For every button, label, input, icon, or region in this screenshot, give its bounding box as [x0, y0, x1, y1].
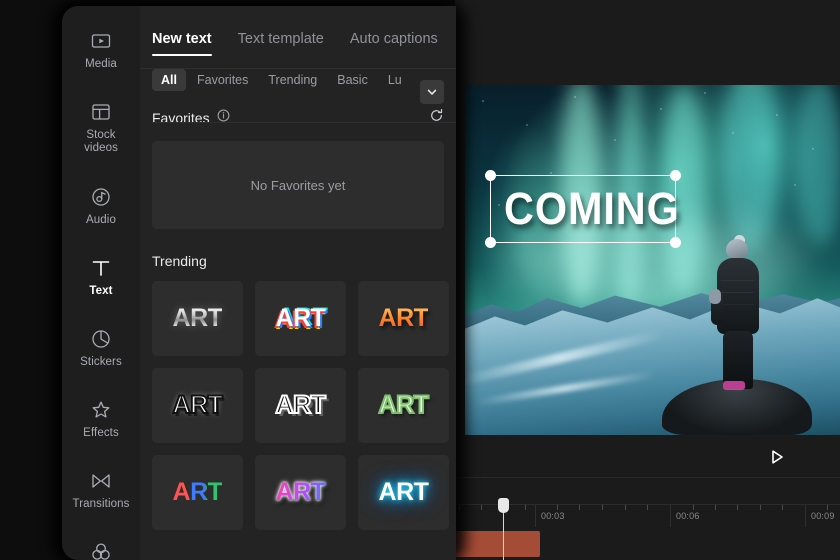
ruler-label: 00:03	[541, 511, 565, 521]
text-style-sample: ART	[275, 304, 326, 332]
text-style-thumb[interactable]: ART	[358, 455, 449, 530]
chip-all[interactable]: All	[152, 69, 186, 91]
refresh-icon[interactable]	[429, 108, 444, 128]
transitions-icon	[90, 470, 112, 492]
boot	[723, 381, 745, 390]
text-icon	[90, 257, 112, 279]
text-style-sample: ART	[275, 478, 326, 506]
tab-auto-captions[interactable]: Auto captions	[350, 31, 438, 56]
resize-handle-bottom-right[interactable]	[670, 237, 681, 248]
favorites-title: Favorites	[152, 110, 210, 126]
resize-handle-bottom-left[interactable]	[485, 237, 496, 248]
text-style-sample: ART	[172, 304, 223, 332]
text-style-sample: ART	[275, 390, 327, 420]
playhead[interactable]	[498, 498, 509, 560]
text-style-sample: ART	[378, 304, 429, 332]
filter-chips: All Favorites Trending Basic Lu	[140, 56, 456, 91]
sidebar-item-stock-videos[interactable]: Stock videos	[62, 101, 140, 181]
sidebar-item-media[interactable]: Media	[62, 30, 140, 96]
sidebar-label: Audio	[86, 214, 116, 226]
ruler-label: 00:09	[811, 511, 835, 521]
audio-icon	[90, 186, 112, 208]
sidebar-item-stickers[interactable]: Stickers	[62, 328, 140, 394]
sidebar-label: Text	[89, 285, 113, 297]
sidebar-item-text[interactable]: Text	[62, 257, 140, 323]
timeline-clip[interactable]	[455, 531, 540, 557]
text-style-thumb[interactable]: ART	[358, 281, 449, 356]
info-icon[interactable]	[217, 109, 230, 127]
person-figure	[709, 235, 767, 390]
sidebar-label: Effects	[83, 427, 119, 439]
text-style-thumb[interactable]: ART	[152, 281, 243, 356]
chip-luminous[interactable]: Lu	[379, 69, 411, 91]
panel-tabs: New text Text template Auto captions	[140, 6, 456, 56]
chip-favorites[interactable]: Favorites	[188, 69, 257, 91]
text-selection-frame[interactable]: COMING	[485, 170, 681, 248]
resize-handle-top-left[interactable]	[485, 170, 496, 181]
trending-title: Trending	[152, 253, 207, 269]
sidebar-rail: Media Stock videos Audio Text Stickers E…	[62, 6, 140, 560]
text-style-thumb[interactable]: ART	[358, 368, 449, 443]
sidebar-item-filters[interactable]: Filters	[62, 541, 140, 560]
panel-group: Media Stock videos Audio Text Stickers E…	[62, 6, 456, 560]
timeline-ruler[interactable]: 00:03 00:06 00:09	[455, 504, 840, 527]
sidebar-item-transitions[interactable]: Transitions	[62, 470, 140, 536]
text-style-thumb[interactable]: ART	[255, 281, 346, 356]
media-icon	[90, 30, 112, 52]
text-style-sample: ART	[378, 478, 429, 506]
text-panel: New text Text template Auto captions All…	[140, 6, 456, 560]
ruler-label: 00:06	[676, 511, 700, 521]
text-style-thumb[interactable]: ART	[152, 455, 243, 530]
text-style-sample: ART	[172, 390, 224, 420]
chip-trending[interactable]: Trending	[259, 69, 326, 91]
text-style-thumb[interactable]: ART	[255, 368, 346, 443]
chevron-down-icon[interactable]	[420, 80, 444, 104]
chip-basic[interactable]: Basic	[328, 69, 377, 91]
stock-videos-icon	[90, 101, 112, 123]
sidebar-item-audio[interactable]: Audio	[62, 186, 140, 252]
text-style-sample: ART	[172, 478, 223, 506]
tab-text-template[interactable]: Text template	[238, 31, 324, 56]
tab-new-text[interactable]: New text	[152, 31, 212, 56]
filters-icon	[90, 541, 112, 560]
stickers-icon	[90, 328, 112, 350]
aurora-ray-5	[795, 85, 840, 245]
puffer-jacket	[717, 258, 759, 334]
sidebar-label: Media	[85, 58, 117, 70]
timeline[interactable]: 00:03 00:06 00:09	[455, 478, 840, 560]
favorites-empty-state: No Favorites yet	[152, 141, 444, 229]
sidebar-label: Transitions	[72, 498, 130, 510]
sidebar-item-effects[interactable]: Effects	[62, 399, 140, 465]
clipchamp-editor-window: COMING 00:03 00:06 00:09 Media Stock vid…	[0, 0, 840, 560]
tabs-divider	[140, 68, 456, 69]
resize-handle-top-right[interactable]	[670, 170, 681, 181]
glove	[709, 289, 721, 304]
text-style-thumb[interactable]: ART	[255, 455, 346, 530]
empty-text: No Favorites yet	[250, 177, 346, 193]
trending-grid: ART ART ART ART ART ART ART ART ART	[140, 269, 456, 530]
text-style-thumb[interactable]: ART	[152, 368, 243, 443]
sidebar-label: Stock videos	[84, 129, 118, 154]
effects-icon	[90, 399, 112, 421]
player-controls-bar	[455, 437, 840, 478]
video-preview-canvas[interactable]: COMING	[465, 85, 840, 435]
text-style-sample: ART	[378, 390, 430, 420]
chips-divider	[152, 122, 456, 123]
sidebar-label: Stickers	[80, 356, 122, 368]
floating-left-panel: Media Stock videos Audio Text Stickers E…	[52, 0, 466, 560]
play-icon[interactable]	[768, 448, 786, 466]
timeline-track[interactable]	[455, 531, 840, 558]
overlay-text[interactable]: COMING	[504, 185, 680, 233]
playhead-knob[interactable]	[498, 498, 509, 513]
